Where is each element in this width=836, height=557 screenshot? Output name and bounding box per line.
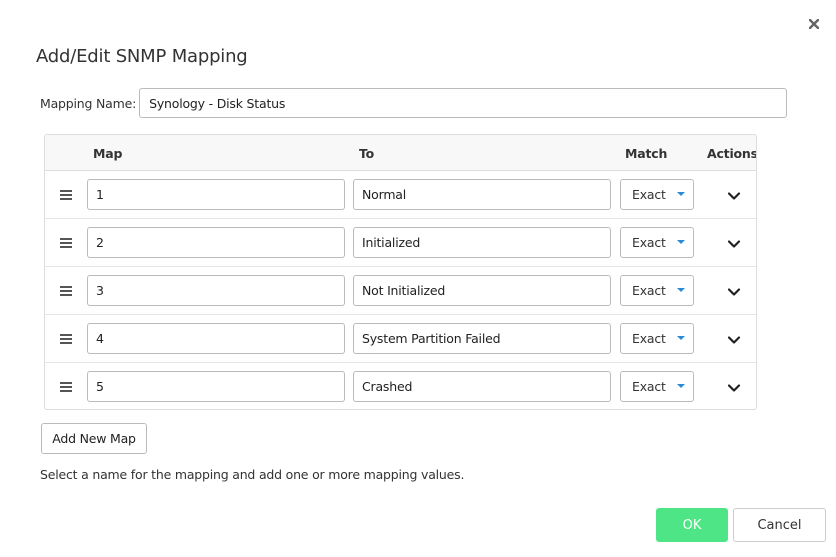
caret-down-icon (677, 336, 685, 340)
header-map: Map (93, 146, 123, 161)
header-actions: Actions (707, 146, 757, 161)
drag-handle[interactable] (59, 283, 73, 297)
mapping-name-input[interactable] (139, 88, 788, 118)
drag-handle-icon (60, 334, 72, 344)
drag-handle[interactable] (59, 187, 73, 201)
chevron-down-icon (727, 192, 741, 200)
header-to: To (359, 146, 375, 161)
help-text: Select a name for the mapping and add on… (40, 467, 465, 482)
mapping-table: Map To Match Actions Exact (44, 134, 757, 410)
table-body: Exact Exact (45, 171, 756, 409)
actions-dropdown-button[interactable] (727, 332, 741, 346)
table-row: Exact (45, 363, 756, 409)
table-header: Map To Match Actions (45, 135, 756, 171)
drag-handle[interactable] (59, 331, 73, 345)
match-value: Exact (632, 187, 666, 202)
match-select[interactable]: Exact (620, 275, 694, 306)
caret-down-icon (677, 192, 685, 196)
mapping-name-label: Mapping Name: (40, 95, 137, 111)
mapping-name-row: Mapping Name: (40, 88, 788, 118)
match-value: Exact (632, 331, 666, 346)
map-input[interactable] (87, 323, 345, 354)
chevron-down-icon (727, 288, 741, 296)
actions-dropdown-button[interactable] (727, 284, 741, 298)
header-match: Match (625, 146, 668, 161)
table-row: Exact (45, 315, 756, 363)
add-new-map-button[interactable]: Add New Map (41, 423, 147, 454)
ok-button[interactable]: OK (656, 508, 728, 542)
table-row: Exact (45, 267, 756, 315)
to-input[interactable] (353, 371, 611, 402)
match-value: Exact (632, 235, 666, 250)
match-value: Exact (632, 379, 666, 394)
to-input[interactable] (353, 179, 611, 210)
drag-handle-icon (60, 382, 72, 392)
drag-handle[interactable] (59, 379, 73, 393)
close-button[interactable] (806, 16, 822, 32)
match-select[interactable]: Exact (620, 227, 694, 258)
cancel-button[interactable]: Cancel (733, 508, 826, 542)
map-input[interactable] (87, 275, 345, 306)
match-select[interactable]: Exact (620, 179, 694, 210)
caret-down-icon (677, 288, 685, 292)
map-input[interactable] (87, 371, 345, 402)
drag-handle-icon (60, 286, 72, 296)
drag-handle-icon (60, 238, 72, 248)
actions-dropdown-button[interactable] (727, 380, 741, 394)
dialog-title: Add/Edit SNMP Mapping (36, 46, 248, 67)
match-select[interactable]: Exact (620, 371, 694, 402)
drag-handle-icon (60, 190, 72, 200)
close-icon (809, 19, 819, 29)
match-select[interactable]: Exact (620, 323, 694, 354)
snmp-mapping-dialog: Add/Edit SNMP Mapping Mapping Name: Map … (0, 0, 836, 557)
to-input[interactable] (353, 275, 611, 306)
caret-down-icon (677, 384, 685, 388)
chevron-down-icon (727, 240, 741, 248)
table-row: Exact (45, 171, 756, 219)
drag-handle[interactable] (59, 235, 73, 249)
actions-dropdown-button[interactable] (727, 236, 741, 250)
table-row: Exact (45, 219, 756, 267)
map-input[interactable] (87, 227, 345, 258)
caret-down-icon (677, 240, 685, 244)
match-value: Exact (632, 283, 666, 298)
to-input[interactable] (353, 323, 611, 354)
chevron-down-icon (727, 384, 741, 392)
actions-dropdown-button[interactable] (727, 188, 741, 202)
map-input[interactable] (87, 179, 345, 210)
to-input[interactable] (353, 227, 611, 258)
chevron-down-icon (727, 336, 741, 344)
